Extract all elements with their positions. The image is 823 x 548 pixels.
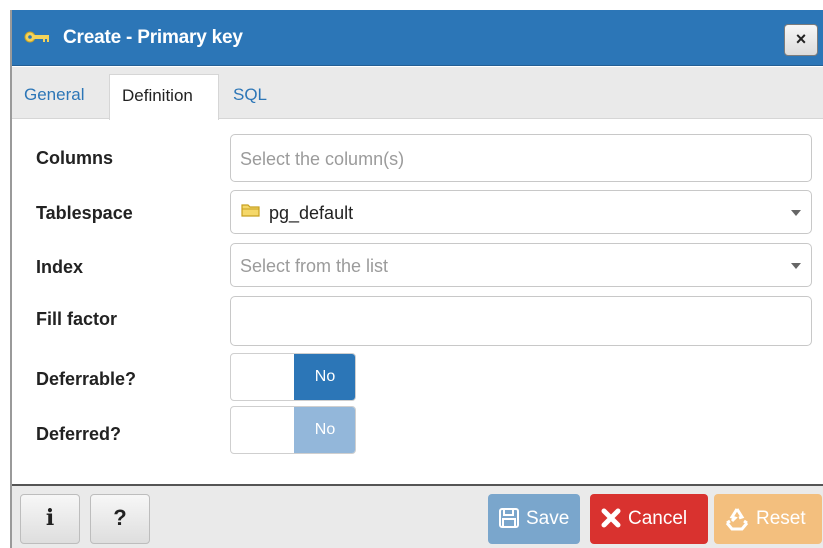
- info-icon: i: [45, 505, 55, 531]
- caret-down-icon: [791, 263, 801, 269]
- tablespace-value: pg_default: [269, 203, 354, 223]
- columns-label: Columns: [36, 148, 114, 168]
- fill-factor-input[interactable]: [230, 296, 812, 346]
- tab-definition[interactable]: Definition: [109, 74, 219, 120]
- save-button[interactable]: Save: [488, 494, 580, 544]
- deferred-toggle[interactable]: No: [230, 406, 356, 454]
- info-button[interactable]: i: [20, 494, 80, 544]
- index-label: Index: [36, 257, 84, 277]
- tab-bar: General Definition SQL: [12, 67, 823, 120]
- fill-factor-label: Fill factor: [36, 309, 118, 329]
- save-icon: [499, 508, 519, 528]
- deferrable-toggle[interactable]: No: [230, 353, 356, 401]
- key-icon: [24, 31, 49, 43]
- recycle-icon: [725, 508, 749, 531]
- caret-down-icon: [791, 210, 801, 216]
- dialog-titlebar[interactable]: Create - Primary key ×: [12, 10, 823, 66]
- tab-definition-label: Definition: [122, 86, 193, 105]
- help-icon: ?: [113, 505, 127, 530]
- create-primary-key-dialog: Create - Primary key × General Definitio…: [10, 10, 823, 548]
- reset-button[interactable]: Reset: [714, 494, 822, 544]
- deferred-toggle-value: No: [294, 407, 355, 453]
- reset-label: Reset: [756, 508, 806, 529]
- columns-select[interactable]: Select the column(s): [230, 134, 812, 182]
- columns-placeholder: Select the column(s): [240, 149, 405, 169]
- deferrable-toggle-value: No: [294, 354, 355, 400]
- index-select[interactable]: Select from the list: [230, 243, 812, 287]
- tablespace-label: Tablespace: [36, 203, 133, 223]
- dialog-footer: i ? Save Cancel Reset: [12, 484, 823, 548]
- deferrable-label: Deferrable?: [36, 369, 137, 389]
- tab-sql[interactable]: SQL: [233, 85, 267, 105]
- help-button[interactable]: ?: [90, 494, 150, 544]
- save-label: Save: [526, 508, 570, 529]
- cancel-label: Cancel: [628, 508, 688, 529]
- close-icon: ×: [795, 29, 807, 49]
- tab-general[interactable]: General: [24, 85, 84, 105]
- folder-icon: [241, 204, 260, 217]
- close-button[interactable]: ×: [784, 24, 818, 56]
- tablespace-select[interactable]: pg_default: [230, 190, 812, 234]
- deferred-label: Deferred?: [36, 424, 122, 444]
- index-placeholder: Select from the list: [240, 256, 389, 276]
- cancel-button[interactable]: Cancel: [590, 494, 708, 544]
- close-x-icon: [601, 508, 621, 528]
- dialog-title: Create - Primary key: [63, 27, 243, 48]
